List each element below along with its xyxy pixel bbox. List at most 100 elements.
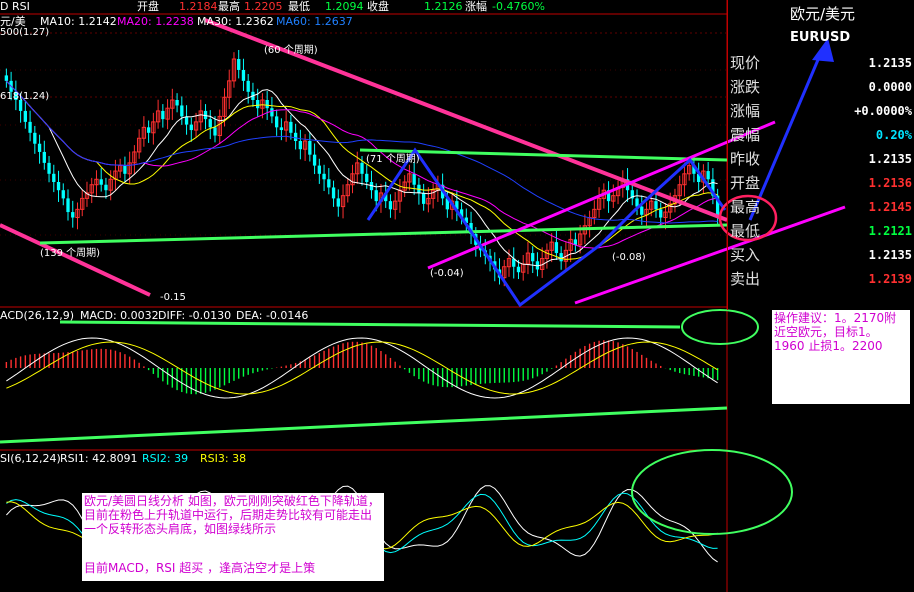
quote-panel-code: EURUSD xyxy=(790,30,851,45)
candle-body-8 xyxy=(42,151,46,163)
quote-label-0: 现价 xyxy=(730,54,761,72)
candle-body-33 xyxy=(161,110,165,120)
quote-label-4: 昨收 xyxy=(730,150,761,168)
candle-body-4 xyxy=(23,110,27,122)
candle-body-108 xyxy=(516,266,521,273)
candle-body-62 xyxy=(298,141,303,150)
candle-body-57 xyxy=(274,116,279,128)
quote-label-9: 卖出 xyxy=(730,270,761,288)
analysis-note: 欧元/美圆日线分析 如图，欧元刚刚突破红色下降轨道，目前在粉色上升轨道中运行，后… xyxy=(82,493,384,559)
candle-body-56 xyxy=(270,108,274,117)
candle-body-55 xyxy=(265,100,269,109)
candle-body-58 xyxy=(279,127,284,131)
close-value: 1.2126 xyxy=(424,0,463,13)
low-label: 最低 xyxy=(288,0,310,13)
candle-body-76 xyxy=(365,173,369,182)
quote-value-8: 1.2135 xyxy=(868,248,912,262)
candle-body-21 xyxy=(104,184,108,191)
candle-body-86 xyxy=(412,173,416,185)
candle-body-20 xyxy=(99,179,103,185)
quote-value-5: 1.2136 xyxy=(868,176,912,190)
ma60-line xyxy=(6,80,718,224)
candle-body-10 xyxy=(52,173,56,182)
rsi-label: SI(6,12,24) xyxy=(0,452,61,465)
value-neg004: (-0.04) xyxy=(430,268,464,279)
candle-body-9 xyxy=(47,162,51,174)
quote-label-3: 震幅 xyxy=(730,126,761,144)
high-value: 1.2205 xyxy=(244,0,283,13)
high-label: 最高 xyxy=(218,0,240,13)
candle-body-39 xyxy=(189,124,193,131)
candle-body-61 xyxy=(293,132,298,141)
candle-body-38 xyxy=(184,116,189,125)
candle-body-7 xyxy=(37,143,42,152)
ma10-legend: MA10: 1.2142 xyxy=(40,15,117,28)
candle-body-50 xyxy=(241,69,246,81)
candle-body-36 xyxy=(175,100,179,106)
candle-body-81 xyxy=(388,201,393,210)
macd-upper-trend xyxy=(59,320,681,329)
analysis-note-conclusion: 目前MACD，RSI 超买 ，逢高沽空才是上策 xyxy=(82,557,384,581)
quote-label-8: 买入 xyxy=(730,246,761,264)
open-label: 开盘 xyxy=(137,0,159,13)
low-value: 1.2094 xyxy=(325,0,364,13)
quote-value-2: +0.0000% xyxy=(854,104,912,118)
candle-body-30 xyxy=(146,127,151,133)
dea-value: DEA: -0.0146 xyxy=(236,309,309,322)
candle-body-13 xyxy=(66,198,70,213)
candle-body-53 xyxy=(256,100,260,109)
candle-body-43 xyxy=(208,119,212,128)
quote-label-7: 最低 xyxy=(730,222,761,240)
value-neg008: (-0.08) xyxy=(612,252,646,263)
rsi2-value: RSI2: 39 xyxy=(142,452,189,465)
candle-body-67 xyxy=(322,173,326,180)
candle-body-78 xyxy=(374,190,378,202)
quote-label-6: 最高 xyxy=(730,198,761,216)
rsi1-value: RSI1: 42.8091 xyxy=(60,452,138,465)
symbol-label: D RSI xyxy=(0,0,30,13)
candle-body-134 xyxy=(640,206,644,215)
fib-618-label: 618(1.24) xyxy=(0,91,50,102)
quote-value-4: 1.2135 xyxy=(868,152,912,166)
candle-body-148 xyxy=(706,171,710,180)
quote-value-3: 0.20% xyxy=(875,128,912,142)
candle-body-69 xyxy=(331,187,336,199)
candle-body-11 xyxy=(56,182,61,191)
fib-500-label: 500(1.27) xyxy=(0,27,50,38)
candle-body-14 xyxy=(71,212,75,218)
candle-body-25 xyxy=(123,165,127,174)
quote-label-1: 涨跌 xyxy=(730,78,761,96)
close-label: 收盘 xyxy=(367,0,389,13)
candle-body-64 xyxy=(308,141,312,155)
quote-value-9: 1.2139 xyxy=(868,272,912,286)
candle-body-6 xyxy=(33,132,37,144)
candle-body-70 xyxy=(336,198,340,207)
quote-value-6: 1.2145 xyxy=(868,200,912,214)
candle-body-137 xyxy=(654,201,658,210)
candle-body-44 xyxy=(213,127,217,136)
candle-body-116 xyxy=(554,242,559,254)
rsi3-value: RSI3: 38 xyxy=(200,452,247,465)
candle-body-75 xyxy=(360,162,364,174)
quote-label-2: 涨幅 xyxy=(730,102,761,120)
chart-window: { "header": { "symbol_label": "D RSI", "… xyxy=(0,0,914,592)
period-71-label: (71 个周期) xyxy=(366,154,420,165)
quote-value-0: 1.2135 xyxy=(868,56,912,70)
candle-body-60 xyxy=(289,121,293,133)
diff-value: DIFF: -0.0130 xyxy=(158,309,232,322)
value-neg015: -0.15 xyxy=(160,292,186,303)
period-139-label: (139 个周期) xyxy=(40,248,101,259)
change-value: -0.4760% xyxy=(492,0,545,13)
period-60-label: (60 个周期) xyxy=(264,45,318,56)
candle-body-65 xyxy=(312,154,317,166)
candle-body-51 xyxy=(246,80,250,92)
candle-body-111 xyxy=(531,253,535,262)
candlesticks xyxy=(4,49,720,287)
candle-body-5 xyxy=(28,121,32,133)
macd-label: ACD(26,12,9) xyxy=(0,309,75,322)
rsi-circle xyxy=(631,449,793,535)
quote-label-5: 开盘 xyxy=(730,174,761,192)
open-value: 1.2184 xyxy=(179,0,218,13)
candle-body-117 xyxy=(559,253,563,262)
candle-body-88 xyxy=(421,192,426,204)
